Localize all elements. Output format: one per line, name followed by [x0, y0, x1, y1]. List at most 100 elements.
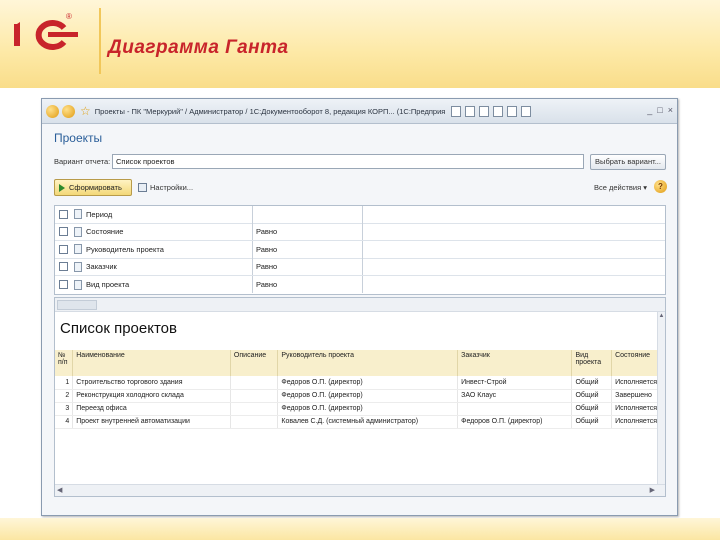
- slide-title: Диаграмма Ганта: [108, 37, 289, 58]
- filter-condition[interactable]: Равно: [253, 262, 362, 271]
- filter-name: Период: [86, 209, 113, 219]
- header-divider: [99, 8, 101, 74]
- report-area: Список проектов № п/п Наименование Описа…: [54, 297, 666, 497]
- cell-num: 3: [55, 402, 74, 416]
- scroll-up-icon[interactable]: ▲: [658, 312, 665, 320]
- table-row[interactable]: 3 Переезд офиса Федоров О.П. (директор) …: [55, 402, 661, 416]
- settings-icon: [138, 183, 147, 192]
- scroll-right-icon[interactable]: ▶: [650, 486, 655, 494]
- table-header-row: № п/п Наименование Описание Руководитель…: [55, 350, 661, 376]
- filter-name: Состояние: [86, 227, 124, 237]
- filter-checkbox[interactable]: [59, 262, 68, 272]
- settings-button[interactable]: Настройки...: [138, 179, 193, 196]
- report-title: Список проектов: [60, 320, 177, 337]
- select-variant-button[interactable]: Выбрать вариант...: [590, 154, 666, 170]
- column-header: Наименование: [72, 350, 231, 376]
- table-row[interactable]: 1 Строительство торгового здания Федоров…: [55, 376, 661, 390]
- filter-checkbox[interactable]: [59, 244, 68, 254]
- info-icon[interactable]: [520, 105, 531, 117]
- filter-row: Заказчик Равно: [55, 258, 665, 276]
- cell-description: [230, 415, 279, 429]
- filter-checkbox[interactable]: [59, 227, 68, 237]
- cell-manager: Федоров О.П. (директор): [277, 376, 459, 390]
- cell-type: Общий: [571, 402, 613, 416]
- filter-row: Состояние Равно: [55, 223, 665, 241]
- slide-header: ® Диаграмма Ганта: [0, 0, 720, 88]
- print-icon[interactable]: [464, 105, 475, 117]
- minimize-icon[interactable]: _: [647, 105, 652, 115]
- cell-customer: [457, 402, 573, 416]
- slide-footer: [0, 518, 720, 540]
- table-row[interactable]: 2 Реконструкция холодного склада Федоров…: [55, 389, 661, 403]
- cell-manager: Федоров О.П. (директор): [277, 402, 459, 416]
- link-icon[interactable]: [478, 105, 489, 117]
- cell-customer: Инвест-Строй: [457, 376, 573, 390]
- all-actions-menu[interactable]: Все действия ▾: [594, 183, 647, 192]
- cell-type: Общий: [571, 389, 613, 403]
- forward-icon[interactable]: [62, 104, 75, 118]
- column-header: Вид проекта: [571, 350, 613, 376]
- variant-label: Вариант отчета:: [54, 157, 111, 166]
- filter-row: Период: [55, 205, 665, 224]
- cell-customer: ЗАО Клаус: [457, 389, 573, 403]
- cell-name: Переезд офиса: [72, 402, 231, 416]
- report-table: № п/п Наименование Описание Руководитель…: [55, 350, 661, 429]
- field-icon: [74, 279, 82, 290]
- cell-state: Исполняется: [611, 402, 661, 416]
- column-header: Описание: [230, 350, 279, 376]
- filter-value[interactable]: [362, 258, 665, 276]
- filter-row: Руководитель проекта Равно: [55, 240, 665, 259]
- filter-condition[interactable]: Равно: [253, 280, 362, 289]
- filter-checkbox[interactable]: [59, 280, 68, 290]
- close-icon[interactable]: ×: [668, 105, 673, 115]
- play-icon: [59, 183, 65, 192]
- window-controls: _ □ ×: [647, 105, 673, 115]
- cell-state: Исполняется: [611, 415, 661, 429]
- section-title: Проекты: [54, 131, 103, 145]
- variant-field[interactable]: Список проектов: [112, 154, 584, 169]
- filter-row: Вид проекта Равно: [55, 276, 665, 294]
- cell-state: Исполняется: [611, 376, 661, 390]
- cell-customer: Федоров О.П. (директор): [457, 415, 573, 429]
- cell-name: Проект внутренней автоматизации: [72, 415, 231, 429]
- help-icon[interactable]: ?: [654, 180, 667, 193]
- cell-num: 2: [55, 389, 74, 403]
- vertical-scrollbar[interactable]: ▲: [657, 312, 665, 484]
- generate-button[interactable]: Сформировать: [54, 179, 132, 196]
- filter-condition[interactable]: Равно: [253, 245, 362, 254]
- star-icon[interactable]: ☆: [80, 104, 91, 118]
- column-header: Руководитель проекта: [277, 350, 459, 376]
- horizontal-scrollbar[interactable]: ◀ ▶: [55, 484, 665, 496]
- filter-value[interactable]: [362, 276, 665, 294]
- maximize-icon[interactable]: □: [657, 105, 662, 115]
- table-row[interactable]: 4 Проект внутренней автоматизации Ковале…: [55, 415, 661, 429]
- cell-manager: Ковалев С.Д. (системный администратор): [277, 415, 459, 429]
- scroll-left-icon[interactable]: ◀: [57, 486, 62, 494]
- calculator-icon[interactable]: [506, 105, 517, 117]
- window-title: Проекты - ПК "Меркурий" / Администратор …: [94, 106, 445, 116]
- calendar-icon[interactable]: [492, 105, 503, 117]
- back-icon[interactable]: [46, 104, 59, 118]
- field-icon: [74, 244, 82, 255]
- command-bar: Сформировать Настройки... Все действия ▾…: [54, 179, 667, 197]
- settings-label: Настройки...: [150, 183, 194, 192]
- filter-condition[interactable]: Равно: [253, 227, 362, 236]
- logo-registered-mark: ®: [66, 12, 72, 21]
- filter-value[interactable]: [362, 205, 665, 223]
- filter-value[interactable]: [362, 240, 665, 258]
- filter-name: Заказчик: [86, 262, 117, 272]
- cell-type: Общий: [571, 415, 613, 429]
- field-icon: [74, 209, 82, 220]
- cell-name: Реконструкция холодного склада: [72, 389, 231, 403]
- filter-name: Вид проекта: [86, 280, 130, 290]
- save-icon[interactable]: [450, 105, 461, 117]
- column-header: Состояние: [611, 350, 661, 376]
- app-window: ☆ Проекты - ПК "Меркурий" / Администрато…: [41, 98, 678, 516]
- cell-description: [230, 376, 279, 390]
- window-titlebar: ☆ Проекты - ПК "Меркурий" / Администрато…: [42, 99, 677, 124]
- cell-state: Завершено: [611, 389, 661, 403]
- cell-num: 4: [55, 415, 74, 429]
- filter-value[interactable]: [362, 223, 665, 241]
- filter-checkbox[interactable]: [59, 209, 68, 219]
- generate-label: Сформировать: [69, 183, 122, 192]
